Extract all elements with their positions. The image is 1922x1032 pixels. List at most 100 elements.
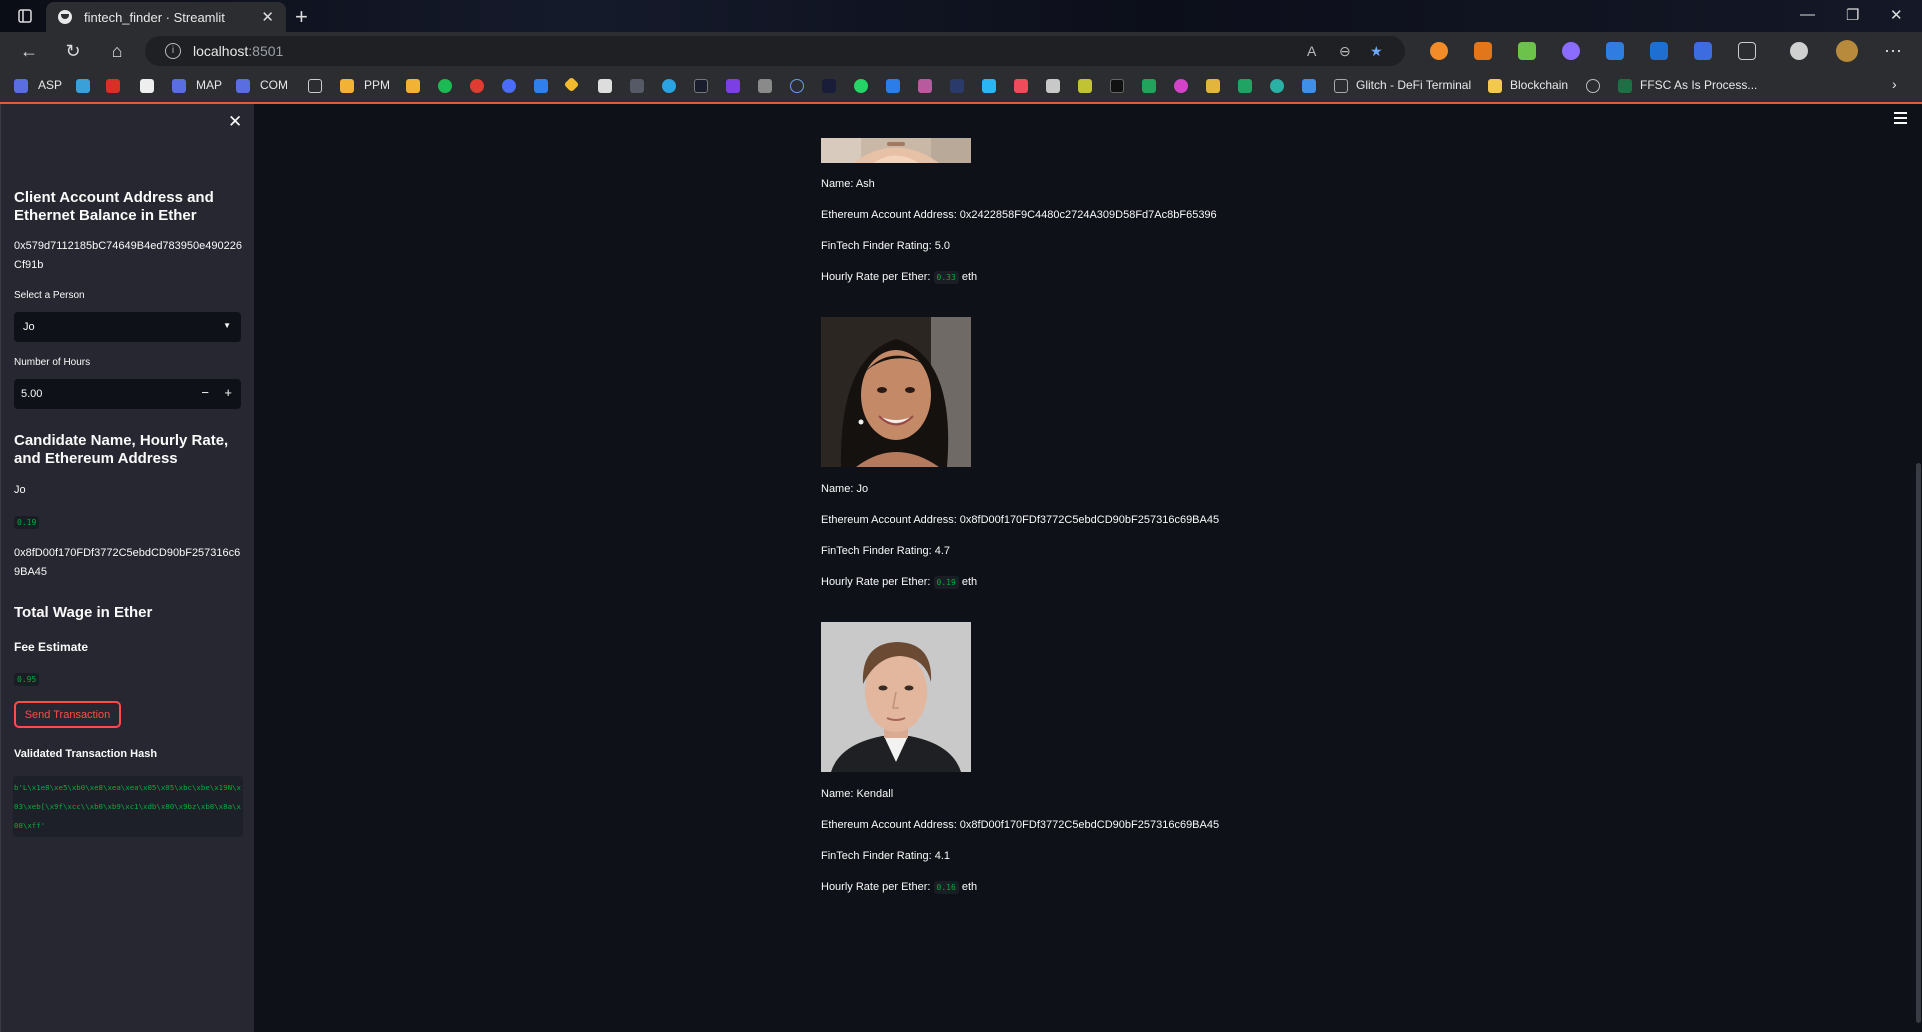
- bookmark-icon[interactable]: [406, 79, 420, 93]
- total-wage-header: Total Wage in Ether: [14, 604, 153, 621]
- rate-value-ash: 0.33: [933, 271, 959, 284]
- bookmark-asp[interactable]: ASP: [38, 78, 62, 92]
- refresh-icon[interactable]: ↻: [62, 40, 84, 62]
- candidate-rate-jo: Hourly Rate per Ether: 0.19 eth: [821, 576, 978, 589]
- candidate-rating-jo: FinTech Finder Rating: 4.7: [821, 545, 951, 557]
- restore-icon[interactable]: ❐: [1846, 6, 1859, 24]
- bookmark-icon[interactable]: [982, 79, 996, 93]
- send-transaction-button[interactable]: Send Transaction: [14, 701, 121, 728]
- address-bar[interactable]: i localhost:8501 A ⊖ ★: [145, 36, 1405, 66]
- bookmark-icon[interactable]: [1586, 79, 1600, 93]
- gmail-icon[interactable]: [106, 79, 120, 93]
- binance-icon[interactable]: [563, 76, 580, 93]
- candidate-address: 0x8fD00f170FDf3772C5ebdCD90bF257316c69BA…: [14, 547, 241, 578]
- bookmark-icon[interactable]: [1270, 79, 1284, 93]
- extension-icon[interactable]: [1606, 42, 1624, 60]
- bookmark-glitch[interactable]: Glitch - DeFi Terminal: [1356, 78, 1471, 92]
- bookmark-icon[interactable]: [790, 79, 804, 93]
- candidate-rate: 0.19: [14, 513, 244, 532]
- sidebar-close-icon[interactable]: ✕: [228, 112, 242, 132]
- bookmark-icon[interactable]: [502, 79, 516, 93]
- bookmark-icon[interactable]: [1110, 79, 1124, 93]
- bookmark-icon[interactable]: [630, 79, 644, 93]
- browser-essentials-icon[interactable]: [1790, 42, 1808, 60]
- bookmark-icon[interactable]: [1014, 79, 1028, 93]
- bookmark-icon[interactable]: [694, 79, 708, 93]
- sidebar: ✕ Client Account Address and Ethernet Ba…: [0, 104, 254, 1032]
- home-icon[interactable]: ⌂: [106, 40, 128, 62]
- bookmark-icon[interactable]: [598, 79, 612, 93]
- site-info-icon[interactable]: i: [165, 43, 181, 59]
- bookmark-icon[interactable]: [308, 79, 322, 93]
- telegram-icon[interactable]: [662, 79, 676, 93]
- bookmark-map[interactable]: MAP: [196, 78, 222, 92]
- read-aloud-icon[interactable]: A: [1307, 43, 1316, 59]
- bookmark-blockchain[interactable]: Blockchain: [1510, 78, 1568, 92]
- folder-icon: [1488, 79, 1502, 93]
- bookmark-icon[interactable]: [886, 79, 900, 93]
- glitch-icon: [1334, 79, 1348, 93]
- candidate-name-kendall: Name: Kendall: [821, 788, 894, 800]
- bookmark-icon[interactable]: [950, 79, 964, 93]
- bookmark-icon[interactable]: [1078, 79, 1092, 93]
- bookmark-ffsc[interactable]: FFSC As Is Process...: [1640, 78, 1757, 92]
- extension-icon[interactable]: [1650, 42, 1668, 60]
- person-select[interactable]: Jo ▼: [14, 312, 241, 342]
- bookmark-icon[interactable]: [758, 79, 772, 93]
- candidate-address-jo: Ethereum Account Address: 0x8fD00f170FDf…: [821, 514, 1220, 526]
- tab-close-icon[interactable]: ✕: [261, 8, 274, 26]
- fee-estimate-label: Fee Estimate: [14, 640, 89, 654]
- bookmark-com[interactable]: COM: [260, 78, 288, 92]
- bookmark-icon[interactable]: [1302, 79, 1316, 93]
- bookmark-icon[interactable]: [140, 79, 154, 93]
- decrement-button[interactable]: −: [201, 385, 209, 400]
- hours-label: Number of Hours: [14, 357, 91, 368]
- metamask-icon[interactable]: [1474, 42, 1492, 60]
- main-menu-icon[interactable]: [1894, 112, 1907, 124]
- window-close-icon[interactable]: ✕: [1890, 6, 1903, 24]
- back-icon[interactable]: ←: [18, 40, 40, 62]
- new-tab-icon[interactable]: +: [295, 4, 308, 30]
- bookmark-icon: [14, 79, 28, 93]
- bookmark-icon[interactable]: [1142, 79, 1156, 93]
- extension-icon[interactable]: [1430, 42, 1448, 60]
- bookmark-icon[interactable]: [534, 79, 548, 93]
- increment-button[interactable]: +: [224, 385, 232, 400]
- extension-icon[interactable]: [1694, 42, 1712, 60]
- bookmark-icon[interactable]: [822, 79, 836, 93]
- excel-icon: [1618, 79, 1632, 93]
- selected-person: Jo: [23, 321, 35, 333]
- bookmarks-more-icon[interactable]: ›: [1892, 76, 1897, 92]
- fee-estimate: 0.95: [14, 670, 244, 689]
- candidate-rating-ash: FinTech Finder Rating: 5.0: [821, 240, 951, 252]
- bookmark-icon[interactable]: [1046, 79, 1060, 93]
- fee-estimate-value: 0.95: [14, 673, 40, 686]
- extensions-puzzle-icon[interactable]: [1738, 42, 1756, 60]
- profile-avatar[interactable]: [1836, 40, 1858, 62]
- bookmark-ppm[interactable]: PPM: [364, 78, 390, 92]
- client-account-address: 0x579d7112185bC74649B4ed783950e490226Cf9…: [14, 240, 242, 271]
- main-scrollbar[interactable]: [1916, 463, 1921, 1023]
- bookmarks-bar: ASP MAP COM PPM Glitch - DeFi Terminal B…: [0, 70, 1922, 104]
- bookmark-icon[interactable]: [1206, 79, 1220, 93]
- extension-icon[interactable]: [1518, 42, 1536, 60]
- bookmark-icon[interactable]: [470, 79, 484, 93]
- bookmark-icon[interactable]: [918, 79, 932, 93]
- favorite-star-icon[interactable]: ★: [1370, 43, 1383, 60]
- bookmark-icon[interactable]: [76, 79, 90, 93]
- spotify-icon[interactable]: [438, 79, 452, 93]
- settings-more-icon[interactable]: ⋯: [1882, 40, 1904, 62]
- bookmark-icon[interactable]: [1174, 79, 1188, 93]
- browser-toolbar: ← ↻ ⌂ i localhost:8501 A ⊖ ★ ⋯: [0, 32, 1922, 70]
- bookmark-icon: [236, 79, 250, 93]
- browser-tab[interactable]: fintech_finder · Streamlit ✕: [46, 2, 286, 32]
- hours-value[interactable]: 5.00: [21, 388, 42, 400]
- zoom-icon[interactable]: ⊖: [1339, 43, 1351, 60]
- hours-number-input[interactable]: 5.00 − +: [14, 379, 241, 409]
- whatsapp-icon[interactable]: [854, 79, 868, 93]
- minimize-icon[interactable]: —: [1800, 6, 1815, 23]
- bookmark-icon[interactable]: [726, 79, 740, 93]
- bookmark-icon[interactable]: [1238, 79, 1252, 93]
- extension-icon[interactable]: [1562, 42, 1580, 60]
- tab-actions-icon[interactable]: [17, 8, 33, 24]
